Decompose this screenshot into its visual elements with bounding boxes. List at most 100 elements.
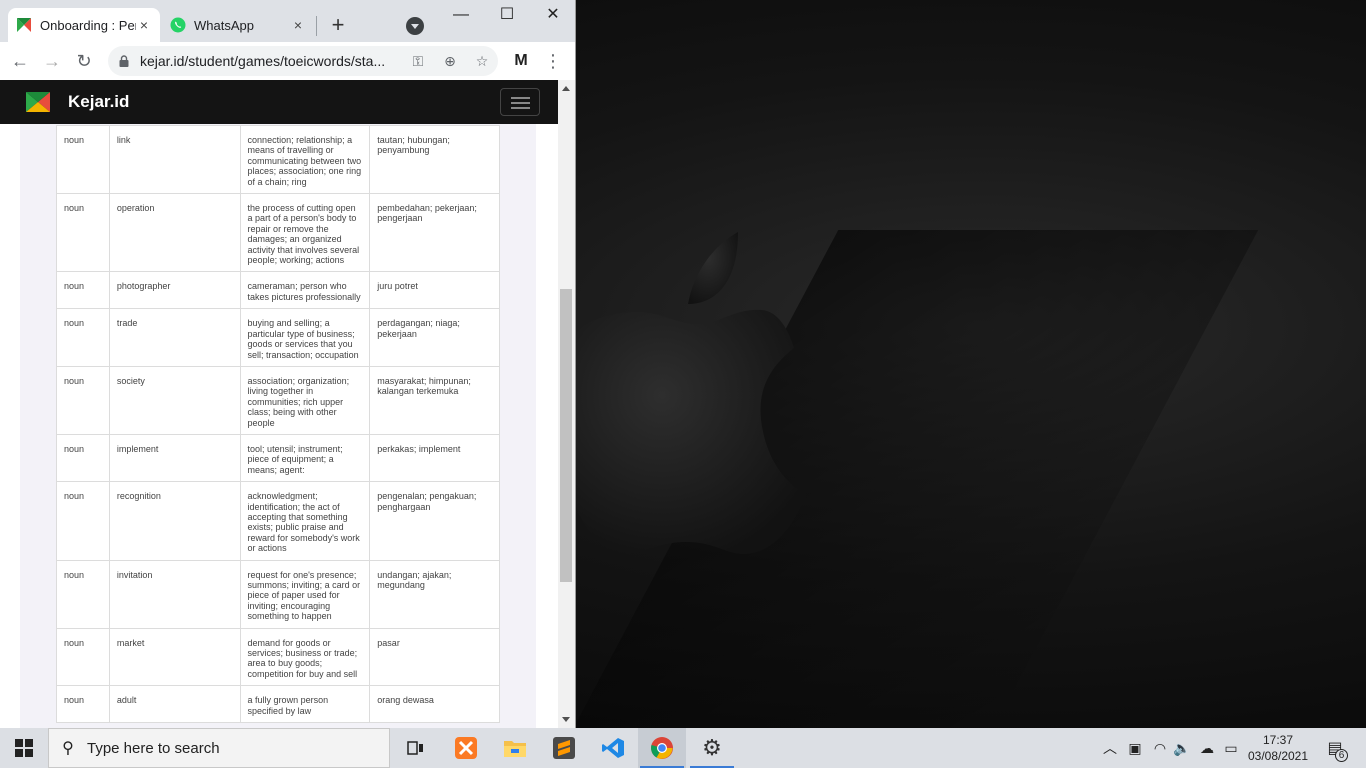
translation-cell: tautan; hubungan; penyambung (369, 124, 500, 195)
reload-icon[interactable]: ↻ (73, 50, 95, 72)
word-type-cell: noun (56, 433, 110, 483)
chrome-icon[interactable] (638, 728, 686, 768)
hamburger-menu-button[interactable] (500, 88, 540, 116)
word-type-cell: noun (56, 559, 110, 629)
maximize-button[interactable]: ☐ (484, 0, 530, 30)
vscode-icon[interactable] (589, 728, 637, 768)
wifi-icon[interactable]: ◠ (1150, 728, 1170, 768)
close-tab-icon[interactable]: × (290, 17, 306, 33)
key-icon[interactable]: ⚿ (402, 53, 434, 70)
definition-cell: demand for goods or services; business o… (239, 627, 371, 687)
windows-logo-icon (15, 739, 33, 757)
start-button[interactable] (0, 728, 48, 768)
taskbar-search-box[interactable]: ⚲ Type here to search (48, 728, 390, 768)
page-viewport: Kejar.id noun link connection; relationshi… (0, 80, 558, 728)
whatsapp-favicon-icon (170, 17, 186, 33)
vertical-scrollbar[interactable] (558, 80, 575, 728)
scroll-up-arrow-icon[interactable] (562, 86, 570, 91)
definition-cell: buying and selling; a particular type of… (239, 308, 371, 367)
table-row: noun photographer cameraman; person who ta… (56, 271, 500, 310)
scroll-thumb[interactable] (560, 289, 572, 582)
minimize-button[interactable]: — (438, 0, 484, 30)
translation-cell: perdagangan; niaga; pekerjaan (369, 308, 500, 367)
notification-center-icon[interactable]: ▤ 6 (1320, 728, 1350, 768)
word-type-cell: noun (56, 627, 110, 687)
tab-title: Onboarding : Per (40, 17, 136, 33)
site-navbar: Kejar.id (0, 80, 558, 124)
meet-now-icon[interactable]: ▣ (1125, 728, 1145, 768)
new-tab-button[interactable]: + (326, 12, 350, 38)
back-arrow-icon[interactable]: ← (9, 50, 31, 72)
battery-icon[interactable]: ▭ (1220, 728, 1242, 768)
word-type-cell: noun (56, 124, 110, 195)
taskbar: ⚲ Type here to search ⚙ ︿ ▣ ◠ 🔈 ☁ ▭ 17:3… (0, 728, 1366, 768)
word-type-cell: noun (56, 685, 110, 724)
brand-name[interactable]: Kejar.id (68, 92, 129, 112)
volume-icon[interactable]: 🔈 (1172, 728, 1192, 768)
word-cell: market (108, 627, 241, 687)
close-tab-icon[interactable]: × (136, 17, 152, 33)
zoom-icon[interactable]: ⊕ (434, 53, 466, 70)
word-type-cell: noun (56, 308, 110, 367)
system-clock[interactable]: 17:37 03/08/2021 (1240, 732, 1316, 764)
tab-search-icon[interactable] (406, 17, 424, 35)
tab-whatsapp[interactable]: WhatsApp × (162, 8, 314, 42)
table-row: noun adult a fully grown person specified … (56, 685, 500, 724)
definition-cell: connection; relationship; a means of tra… (239, 124, 371, 195)
task-view-icon[interactable] (392, 728, 440, 768)
table-row: noun invitation request for one's presence… (56, 559, 500, 629)
kejar-favicon-icon (17, 18, 31, 32)
word-type-cell: noun (56, 193, 110, 273)
word-cell: photographer (108, 271, 241, 310)
scroll-down-arrow-icon[interactable] (562, 717, 570, 722)
extension-m-icon[interactable]: M (510, 50, 532, 72)
close-window-button[interactable]: ✕ (530, 0, 576, 30)
translation-cell: pengenalan; pengakuan; penghargaan (369, 481, 500, 561)
table-row: noun implement tool; utensil; instrument; … (56, 433, 500, 483)
translation-cell: undangan; ajakan; megundang (369, 559, 500, 629)
settings-gear-icon[interactable]: ⚙ (688, 728, 736, 768)
translation-cell: pasar (369, 627, 500, 687)
xampp-icon[interactable] (442, 728, 490, 768)
definition-cell: cameraman; person who takes pictures pro… (239, 271, 371, 310)
bookmark-star-icon[interactable]: ☆ (466, 53, 498, 70)
url-text: kejar.id/student/games/toeicwords/sta... (140, 53, 386, 69)
kejar-logo-icon[interactable] (26, 92, 50, 112)
definition-cell: association; organization; living togeth… (239, 365, 371, 435)
file-explorer-icon[interactable] (491, 728, 539, 768)
tab-onboarding[interactable]: Onboarding : Per × (8, 8, 160, 42)
notification-count: 6 (1335, 749, 1348, 762)
definition-cell: acknowledgment; identification; the act … (239, 481, 371, 561)
menu-dots-icon[interactable]: ⋮ (542, 50, 564, 72)
translation-cell: perkakas; implement (369, 433, 500, 483)
definition-cell: request for one's presence; summons; inv… (239, 559, 371, 629)
word-cell: link (108, 124, 241, 195)
definition-cell: a fully grown person specified by law (239, 685, 371, 724)
show-hidden-icons-chevron-icon[interactable]: ︿ (1100, 728, 1120, 768)
word-cell: recognition (108, 481, 241, 561)
onedrive-offline-icon[interactable]: ☁ (1196, 728, 1218, 768)
tab-title: WhatsApp (194, 17, 254, 33)
word-cell: society (108, 365, 241, 435)
browser-toolbar: ← → ↻ kejar.id/student/games/toeicwords/… (0, 42, 575, 80)
table-row: noun trade buying and selling; a particula… (56, 308, 500, 367)
browser-window: Onboarding : Per × WhatsApp × + — ☐ ✕ ← … (0, 0, 576, 728)
word-cell: operation (108, 193, 241, 273)
word-cell: invitation (108, 559, 241, 629)
table-row: noun operation the process of cutting open… (56, 193, 500, 273)
apple-logo-icon (576, 232, 806, 555)
table-row: noun market demand for goods or services; … (56, 627, 500, 687)
address-bar[interactable]: kejar.id/student/games/toeicwords/sta...… (108, 46, 498, 76)
search-placeholder: Type here to search (87, 739, 220, 757)
word-cell: trade (108, 308, 241, 367)
clock-date: 03/08/2021 (1247, 749, 1309, 763)
word-cell: implement (108, 433, 241, 483)
forward-arrow-icon[interactable]: → (41, 50, 63, 72)
word-type-cell: noun (56, 481, 110, 561)
word-type-cell: noun (56, 365, 110, 435)
vocabulary-table: noun link connection; relationship; a mean… (56, 124, 500, 724)
table-row: noun recognition acknowledgment; identific… (56, 481, 500, 561)
definition-cell: tool; utensil; instrument; piece of equi… (239, 433, 371, 483)
word-type-cell: noun (56, 271, 110, 310)
sublime-text-icon[interactable] (540, 728, 588, 768)
